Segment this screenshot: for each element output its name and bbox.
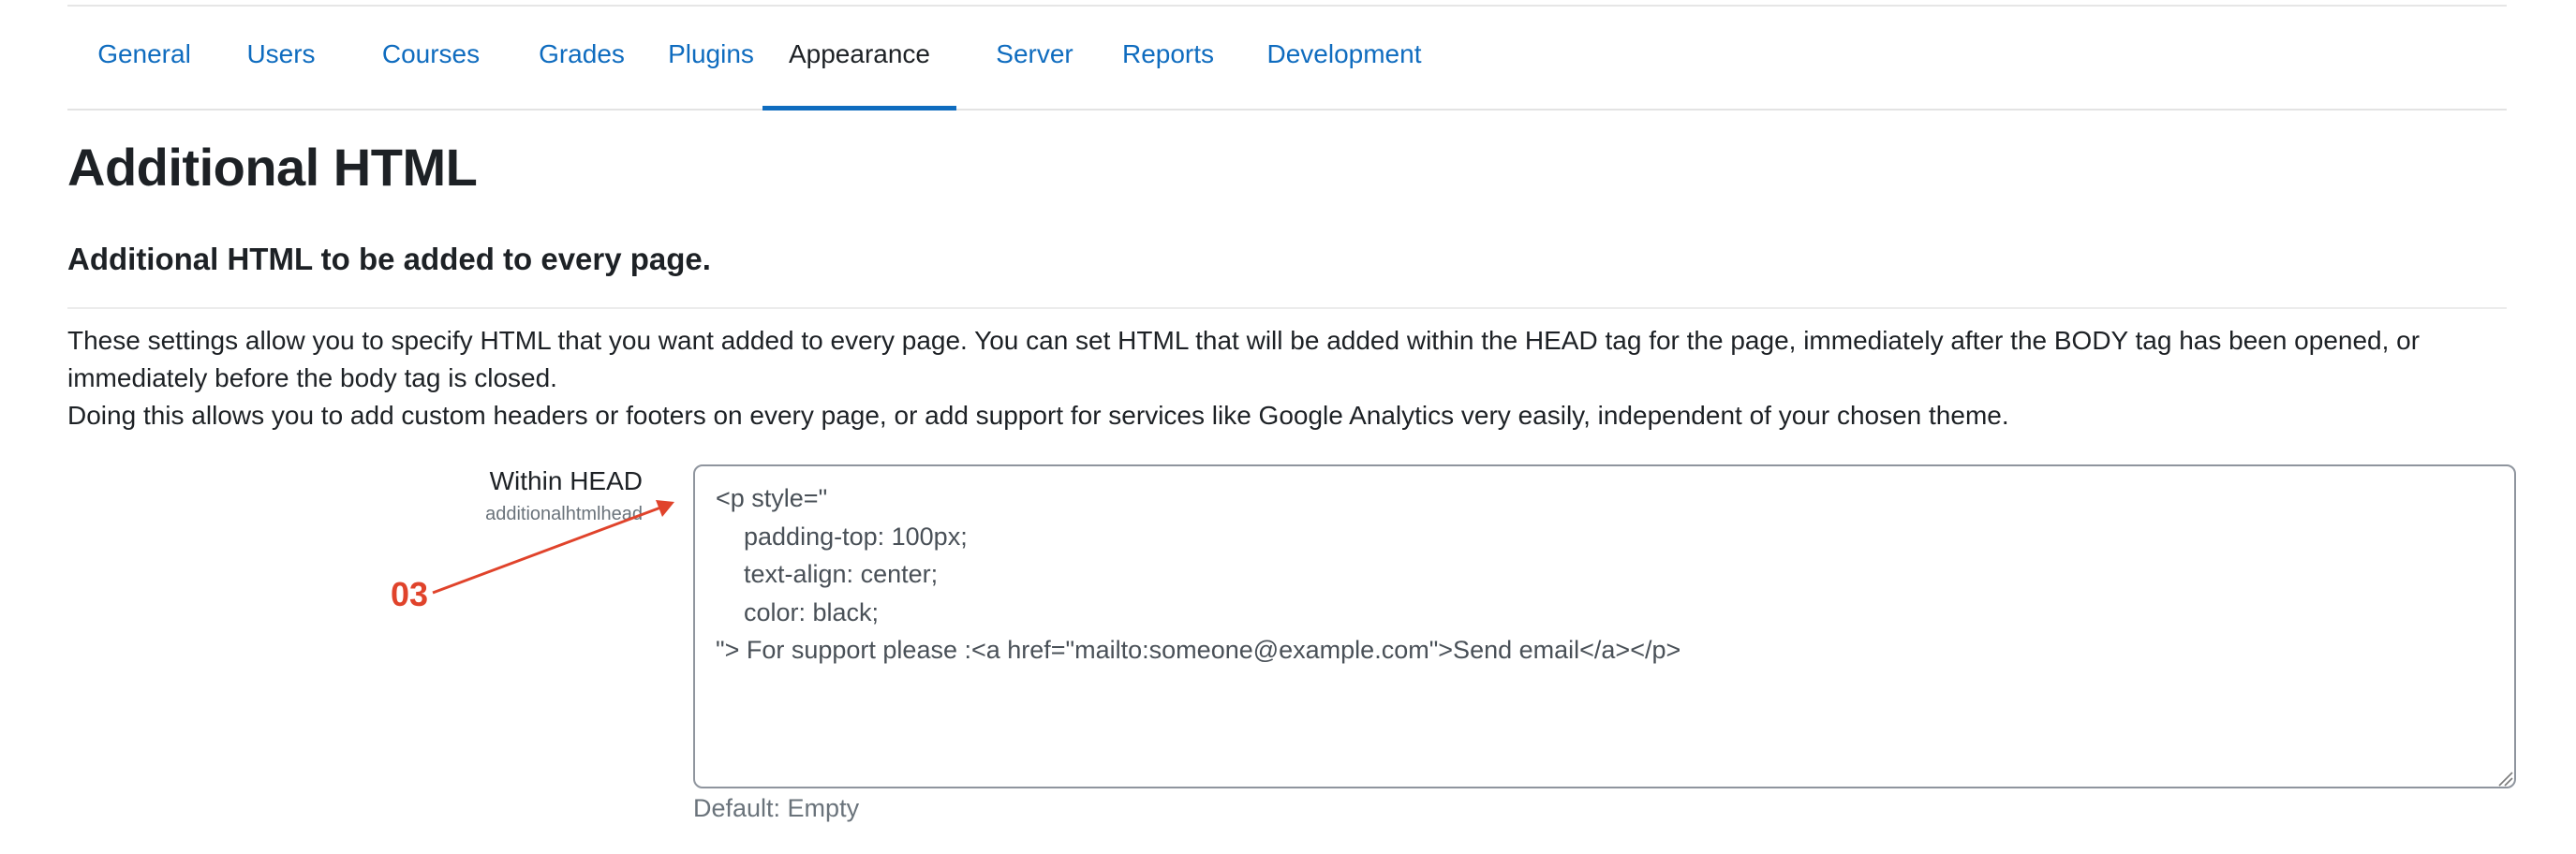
section-description: These settings allow you to specify HTML… [67,322,2507,434]
section-divider [67,307,2507,309]
tab-development[interactable]: Development [1241,7,1447,109]
tab-server[interactable]: Server [976,7,1093,109]
tab-plugins[interactable]: Plugins [650,7,772,109]
setting-label: Within HEAD [489,466,643,495]
default-value-note: Default: Empty [693,794,860,822]
top-divider [67,5,2507,7]
tab-general[interactable]: General [95,7,194,109]
description-paragraph-2: Doing this allows you to add custom head… [67,401,2009,430]
page-title: Additional HTML [67,138,478,197]
tab-reports[interactable]: Reports [1103,7,1234,109]
resize-handle-icon[interactable] [2496,770,2513,787]
annotation-label: 03 [391,575,429,613]
description-paragraph-1: These settings allow you to specify HTML… [67,326,2421,392]
section-heading: Additional HTML to be added to every pag… [67,242,711,276]
tab-appearance[interactable]: Appearance [762,7,956,110]
tab-grades[interactable]: Grades [511,7,652,109]
setting-key: additionalhtmlhead [485,504,643,524]
tab-courses[interactable]: Courses [356,7,506,109]
tab-users[interactable]: Users [237,7,325,109]
admin-tabs: General Users Courses Grades Plugins App… [67,7,2507,110]
within-head-textarea[interactable]: <p style=" padding-top: 100px; text-alig… [693,464,2516,788]
